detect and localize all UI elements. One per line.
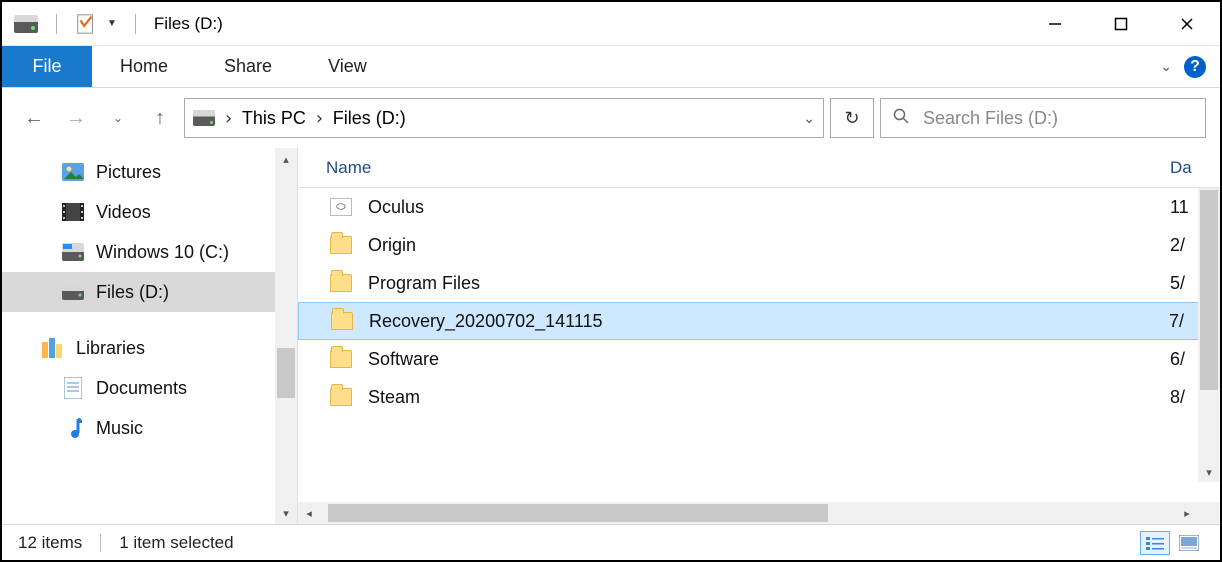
title-bar: ▼ Files (D:) — [2, 2, 1220, 46]
minimize-button[interactable] — [1022, 2, 1088, 46]
drive-c-icon — [62, 241, 84, 263]
refresh-button[interactable]: ↻ — [830, 98, 874, 138]
window-title: Files (D:) — [154, 14, 223, 34]
oculus-folder-icon: ⬭ — [328, 196, 354, 218]
scroll-down-icon[interactable]: ▾ — [275, 502, 297, 524]
maximize-button[interactable] — [1088, 2, 1154, 46]
details-view-button[interactable] — [1140, 531, 1170, 555]
sidebar-item-label: Windows 10 (C:) — [96, 242, 229, 263]
search-input[interactable]: Search Files (D:) — [880, 98, 1206, 138]
forward-button[interactable]: → — [58, 100, 94, 136]
pane-collapse-icon[interactable]: ⌃ — [759, 148, 771, 157]
sidebar-item-label: Videos — [96, 202, 151, 223]
status-item-count: 12 items — [18, 533, 82, 553]
folder-icon — [328, 348, 354, 370]
file-row[interactable]: ⬭Oculus11 — [298, 188, 1220, 226]
scrollbar-thumb[interactable] — [328, 504, 828, 522]
sidebar-item-files-d-[interactable]: Files (D:) — [2, 272, 297, 312]
file-row[interactable]: Recovery_20200702_1411157/ — [298, 302, 1220, 340]
scroll-up-icon[interactable]: ▴ — [275, 148, 297, 170]
file-tab[interactable]: File — [2, 46, 92, 87]
breadcrumb-sep-icon[interactable]: › — [314, 108, 325, 129]
sidebar-item-label: Documents — [96, 378, 187, 399]
column-header-name[interactable]: Name — [326, 158, 1170, 178]
title-sep-1 — [56, 14, 57, 34]
status-selection: 1 item selected — [119, 533, 233, 553]
file-list-pane: ⌃ Name Da ⬭Oculus11Origin2/Program Files… — [298, 148, 1220, 524]
navigation-bar: ← → ⌄ ↑ › This PC › Files (D:) ⌄ ↻ Searc… — [2, 88, 1220, 148]
sidebar-item-pictures[interactable]: Pictures — [2, 152, 297, 192]
search-icon — [893, 108, 909, 129]
documents-icon — [62, 377, 84, 399]
file-name: Steam — [368, 387, 1170, 408]
file-row[interactable]: Program Files5/ — [298, 264, 1220, 302]
sidebar-item-label: Libraries — [76, 338, 145, 359]
filelist-horizontal-scrollbar[interactable]: ◂ ▸ — [298, 502, 1220, 524]
tab-home[interactable]: Home — [92, 46, 196, 87]
address-bar[interactable]: › This PC › Files (D:) ⌄ — [184, 98, 824, 138]
scroll-left-icon[interactable]: ◂ — [298, 502, 320, 524]
up-button[interactable]: ↑ — [142, 100, 178, 136]
breadcrumb-sep-icon[interactable]: › — [223, 108, 234, 129]
tab-share[interactable]: Share — [196, 46, 300, 87]
folder-icon — [328, 386, 354, 408]
sidebar-item-documents[interactable]: Documents — [2, 368, 297, 408]
file-row[interactable]: Origin2/ — [298, 226, 1220, 264]
folder-icon — [329, 310, 355, 332]
title-sep-2 — [135, 14, 136, 34]
scrollbar-thumb[interactable] — [1200, 190, 1218, 390]
status-bar: 12 items 1 item selected — [2, 524, 1220, 560]
scrollbar-thumb[interactable] — [277, 348, 295, 398]
scroll-right-icon[interactable]: ▸ — [1176, 502, 1198, 524]
sidebar-item-label: Music — [96, 418, 143, 439]
close-button[interactable] — [1154, 2, 1220, 46]
tab-view[interactable]: View — [300, 46, 395, 87]
file-row[interactable]: Software6/ — [298, 340, 1220, 378]
breadcrumb-item[interactable]: Files (D:) — [333, 108, 406, 129]
ribbon-bar: File Home Share View ⌄ ? — [2, 46, 1220, 88]
sidebar-item-label: Files (D:) — [96, 282, 169, 303]
folder-icon — [328, 272, 354, 294]
file-name: Origin — [368, 235, 1170, 256]
qat-dropdown-icon[interactable]: ▼ — [107, 18, 117, 29]
sidebar-item-windows-10-c-[interactable]: Windows 10 (C:) — [2, 232, 297, 272]
file-name: Software — [368, 349, 1170, 370]
videos-icon — [62, 201, 84, 223]
sidebar-item-label: Pictures — [96, 162, 161, 183]
sidebar-scrollbar[interactable]: ▴ ▾ — [275, 148, 297, 524]
filelist-vertical-scrollbar[interactable]: ▴ ▾ — [1198, 188, 1220, 482]
recent-locations-button[interactable]: ⌄ — [100, 100, 136, 136]
search-placeholder: Search Files (D:) — [923, 108, 1058, 129]
status-separator — [100, 534, 101, 552]
back-button[interactable]: ← — [16, 100, 52, 136]
file-name: Recovery_20200702_141115 — [369, 311, 1169, 332]
drive-d-icon — [62, 281, 84, 303]
breadcrumb-item[interactable]: This PC — [242, 108, 306, 129]
sidebar-item-libraries[interactable]: Libraries — [2, 328, 297, 368]
music-icon — [62, 417, 84, 439]
address-drive-icon — [193, 110, 215, 126]
file-name: Program Files — [368, 273, 1170, 294]
sidebar-item-music[interactable]: Music — [2, 408, 297, 448]
sidebar-item-videos[interactable]: Videos — [2, 192, 297, 232]
thumbnails-view-button[interactable] — [1174, 531, 1204, 555]
ribbon-collapse-icon[interactable]: ⌄ — [1160, 58, 1172, 75]
libraries-icon — [42, 337, 64, 359]
folder-icon — [328, 234, 354, 256]
navigation-pane: Pictures Videos Windows 10 (C:) Files (D:) L… — [2, 148, 298, 524]
help-icon[interactable]: ? — [1184, 56, 1206, 78]
address-dropdown-icon[interactable]: ⌄ — [803, 110, 815, 127]
pictures-icon — [62, 161, 84, 183]
properties-qat-icon[interactable] — [75, 12, 97, 36]
file-row[interactable]: Steam8/ — [298, 378, 1220, 416]
drive-icon — [14, 15, 38, 33]
column-header-date[interactable]: Da — [1170, 158, 1220, 178]
file-name: Oculus — [368, 197, 1170, 218]
scroll-down-icon[interactable]: ▾ — [1198, 462, 1220, 482]
